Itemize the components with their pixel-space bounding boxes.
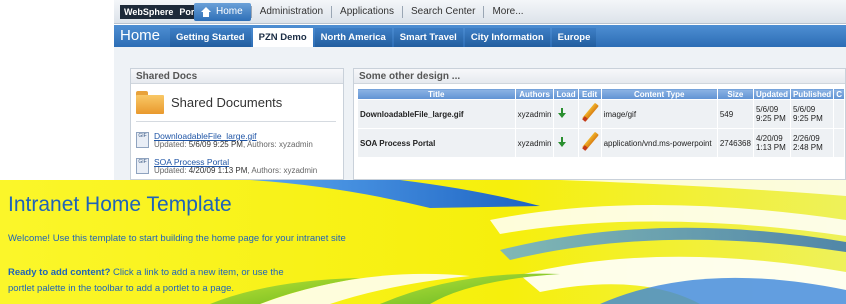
cell-size: 549: [716, 99, 754, 129]
divider: [136, 121, 336, 122]
tab-city-information[interactable]: City Information: [464, 28, 550, 47]
tab-getting-started[interactable]: Getting Started: [170, 28, 251, 47]
col-load[interactable]: Load: [553, 88, 579, 100]
cell-content-type: application/vnd.ms-powerpoint: [600, 128, 718, 158]
nav-home-label: Home: [216, 6, 243, 17]
portal-screenshot: WebSphere Portal Home Administration Appl…: [114, 0, 846, 180]
cell-edit: [577, 99, 602, 129]
list-item: GIF SOA Process Portal Updated: 4/20/09 …: [136, 157, 342, 177]
shared-docs-portlet: Shared Docs Shared Documents GIF Downloa…: [130, 68, 344, 180]
table-row: SOA Process Portal xyzadmin application/…: [357, 128, 845, 158]
logo-text: WebSphere: [124, 7, 174, 17]
cell-published: 5/6/09 9:25 PM: [789, 99, 835, 129]
tab-pzn-demo[interactable]: PZN Demo: [252, 28, 313, 47]
gif-file-icon: GIF: [136, 132, 149, 148]
cell-size: 2746368: [716, 128, 754, 158]
col-title[interactable]: Title: [357, 88, 516, 100]
folder-icon: [136, 91, 164, 115]
cell-load: [553, 99, 579, 129]
design-portlet: Some other design ... Title Authors Load…: [353, 68, 846, 180]
tab-europe[interactable]: Europe: [551, 28, 597, 47]
sub-tabs: Getting Started PZN Demo North America S…: [170, 28, 597, 47]
ready-heading: Ready to add content?: [8, 267, 111, 278]
page-title: Intranet Home Template: [8, 193, 232, 216]
cell-title[interactable]: DownloadableFile_large.gif: [357, 99, 516, 129]
cell-updated: 5/6/09 9:25 PM: [752, 99, 791, 129]
home-icon: [200, 7, 212, 17]
table-row: DownloadableFile_large.gif xyzadmin imag…: [357, 99, 845, 129]
cell-updated: 4/20/09 1:13 PM: [752, 128, 791, 158]
col-c[interactable]: C: [833, 88, 845, 100]
portlet-title: Shared Docs: [131, 69, 343, 84]
doc-meta: Updated: 5/6/09 9:25 PM, Authors: xyzadm…: [154, 140, 313, 149]
col-edit[interactable]: Edit: [577, 88, 602, 100]
nav-more[interactable]: More...: [483, 6, 531, 18]
cell-content-type: image/gif: [600, 99, 718, 129]
cell-c: [833, 99, 845, 129]
doc-meta: Updated: 4/20/09 1:13 PM, Authors: xyzad…: [154, 166, 318, 175]
nav-administration[interactable]: Administration: [250, 6, 331, 18]
cell-authors: xyzadmin: [514, 99, 555, 129]
shared-docs-heading: Shared Documents: [171, 95, 283, 110]
col-content-type[interactable]: Content Type: [600, 88, 718, 100]
intranet-banner: Intranet Home Template Welcome! Use this…: [0, 180, 846, 304]
download-icon[interactable]: [556, 107, 568, 119]
cell-edit: [577, 128, 602, 158]
list-item: GIF DownloadableFile_large.gif Updated: …: [136, 131, 342, 151]
tab-smart-travel[interactable]: Smart Travel: [393, 28, 463, 47]
col-size[interactable]: Size: [716, 88, 754, 100]
nav-home[interactable]: Home: [194, 3, 251, 21]
welcome-text: Welcome! Use this template to start buil…: [8, 233, 346, 244]
table-header-row: Title Authors Load Edit Content Type Siz…: [357, 88, 845, 100]
page-tab-bar: Home Getting Started PZN Demo North Amer…: [114, 25, 846, 47]
portal-content: Shared Docs Shared Documents GIF Downloa…: [114, 47, 846, 180]
download-icon[interactable]: [556, 136, 568, 148]
cell-published: 2/26/09 2:48 PM: [789, 128, 835, 158]
gif-file-icon: GIF: [136, 158, 149, 174]
page-label: Home: [120, 27, 161, 44]
tab-north-america[interactable]: North America: [314, 28, 392, 47]
col-authors[interactable]: Authors: [514, 88, 555, 100]
top-banner: WebSphere Portal Home Administration Appl…: [114, 0, 846, 24]
nav-applications[interactable]: Applications: [331, 6, 402, 18]
cell-load: [553, 128, 579, 158]
pencil-icon[interactable]: [581, 132, 599, 152]
col-updated[interactable]: Updated: [752, 88, 791, 100]
nav-search-center[interactable]: Search Center: [401, 6, 483, 18]
pencil-icon[interactable]: [581, 103, 599, 123]
cell-title[interactable]: SOA Process Portal: [357, 128, 516, 158]
cell-c: [833, 128, 845, 158]
cell-authors: xyzadmin: [514, 128, 555, 158]
documents-table: Title Authors Load Edit Content Type Siz…: [357, 88, 845, 158]
top-nav: Home Administration Applications Search …: [194, 3, 532, 21]
col-published[interactable]: Published: [789, 88, 835, 100]
ready-text: Ready to add content? Click a link to ad…: [8, 265, 308, 297]
portlet-title: Some other design ...: [354, 69, 845, 84]
